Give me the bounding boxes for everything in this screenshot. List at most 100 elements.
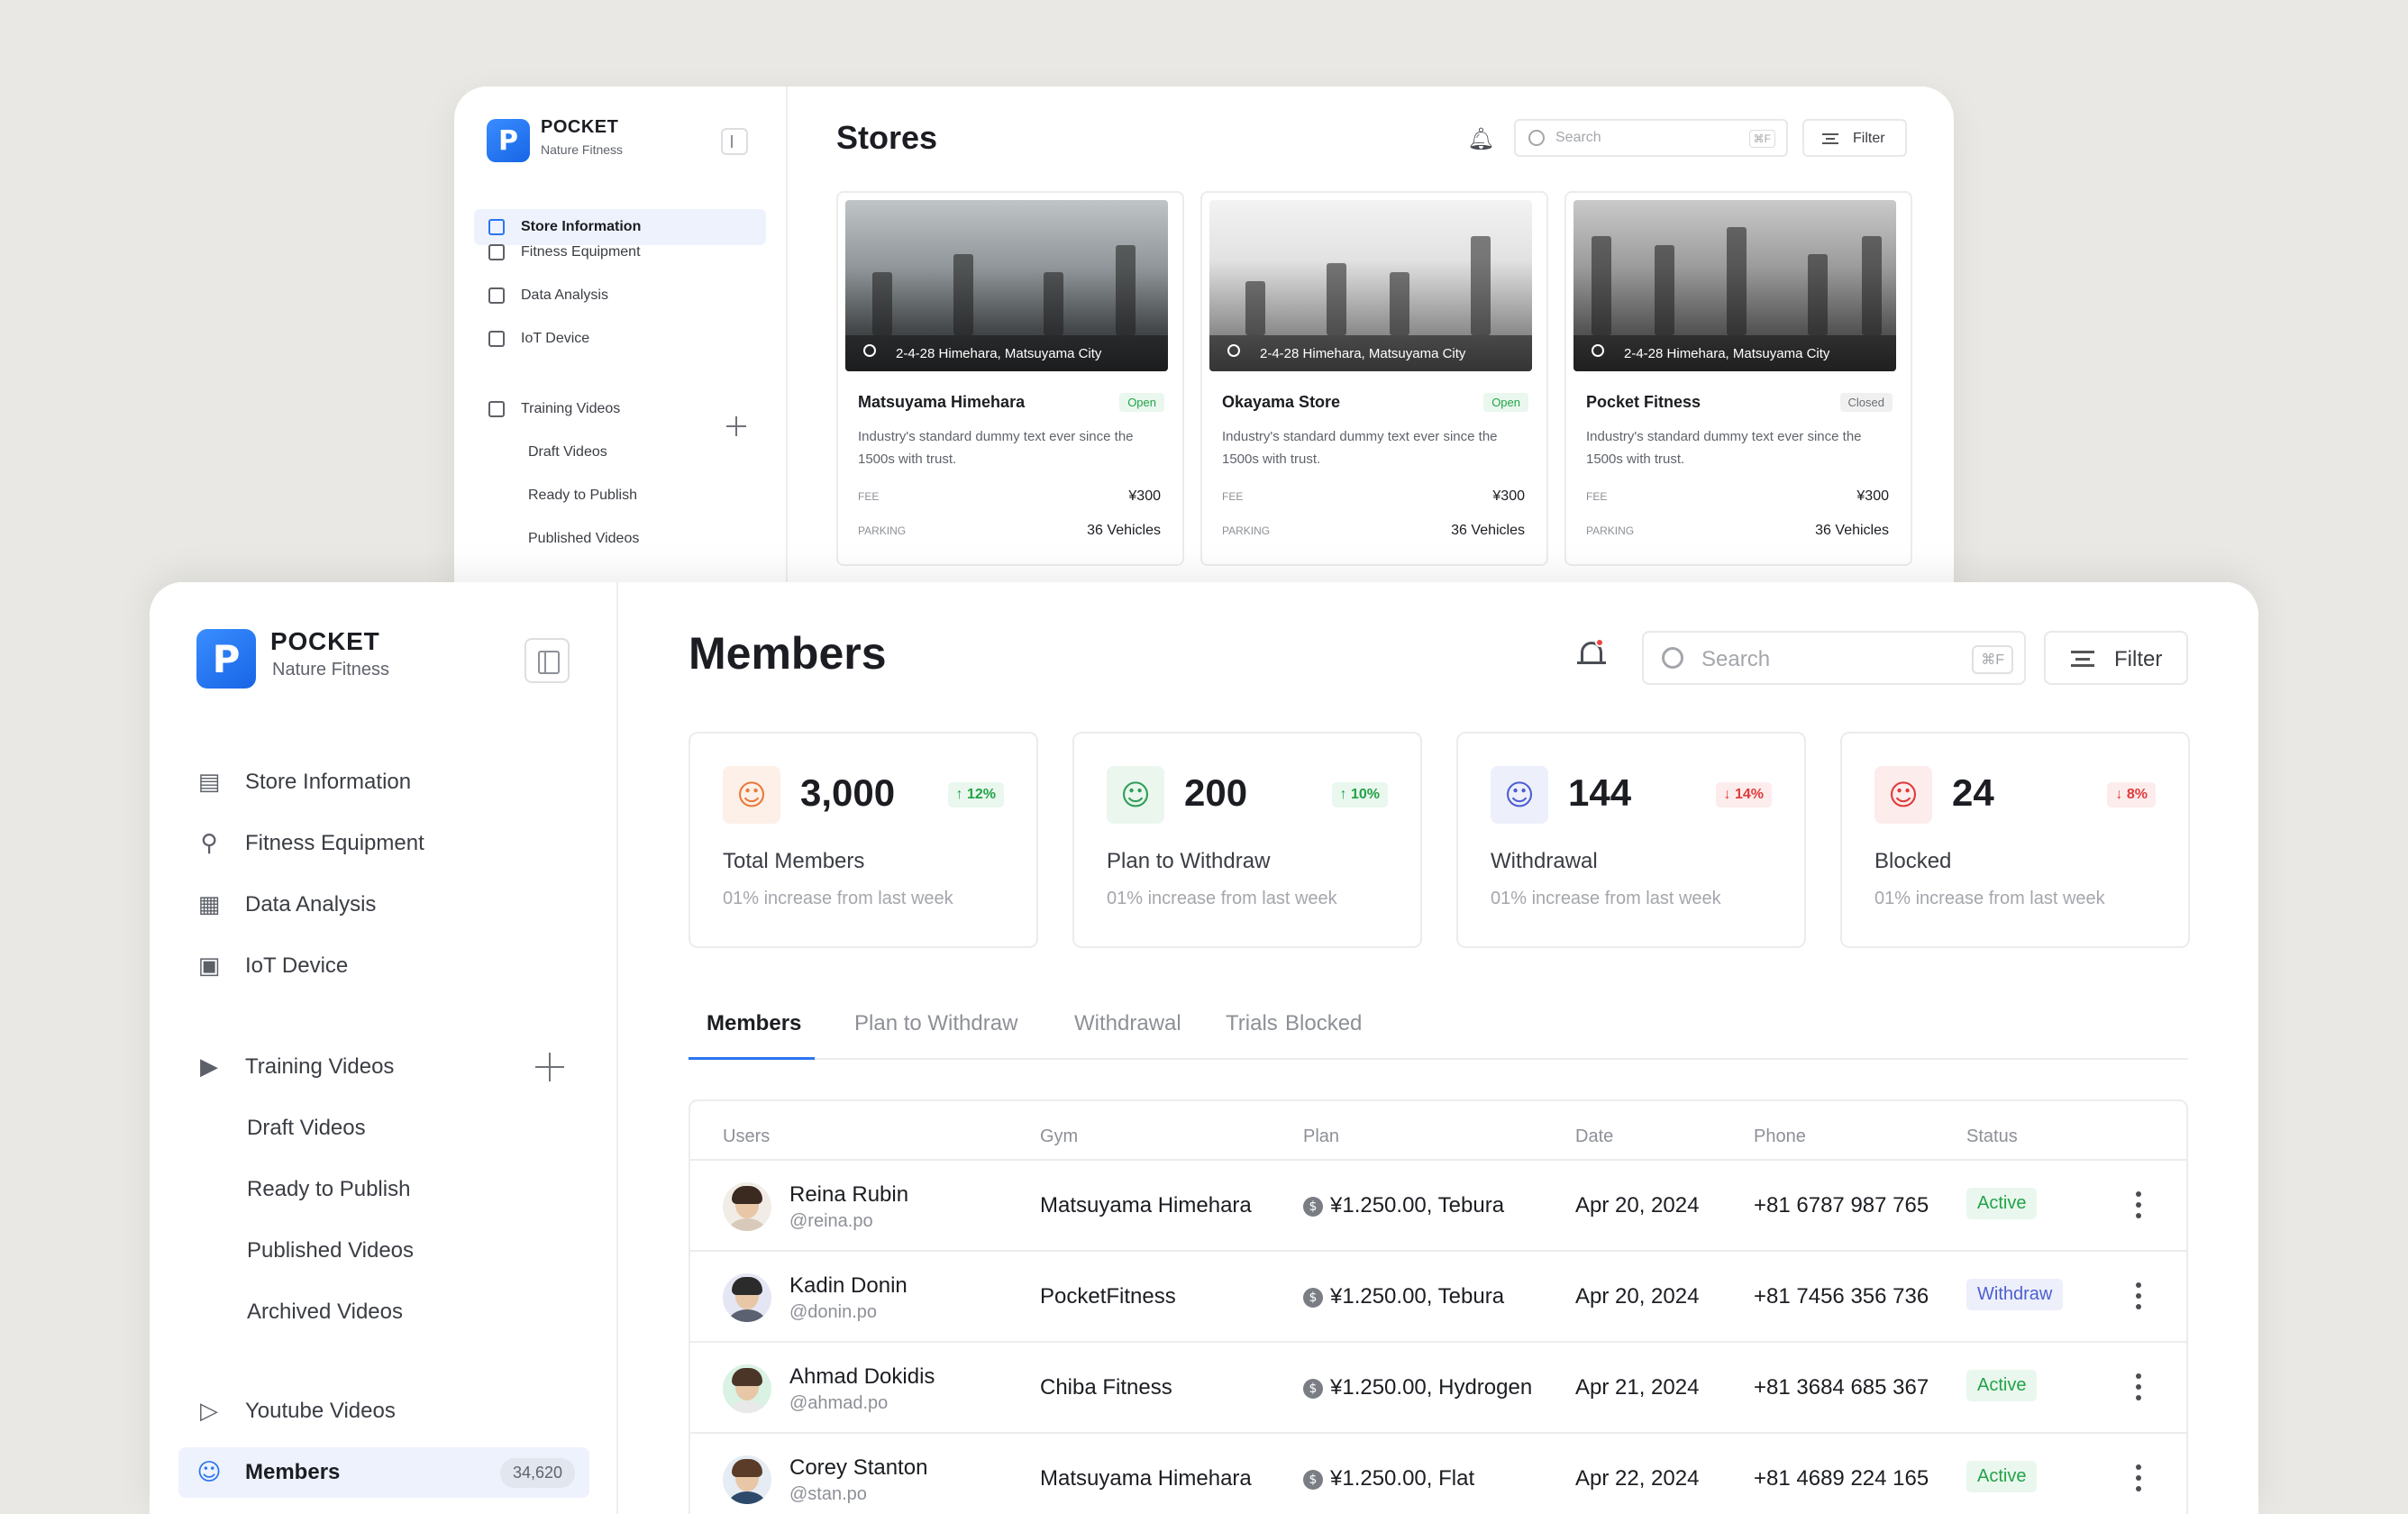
tab-plan-to-withdraw[interactable]: Plan to Withdraw xyxy=(854,1011,1017,1036)
equipment-icon xyxy=(488,244,505,260)
column-header-plan[interactable]: Plan xyxy=(1303,1126,1339,1147)
sidebar-item-youtube-videos[interactable]: ▷ Youtube Videos xyxy=(178,1386,589,1436)
column-header-date[interactable]: Date xyxy=(1575,1126,1613,1147)
tab-blocked[interactable]: Blocked xyxy=(1285,1011,1362,1036)
sidebar-item-training-videos[interactable]: Training Videos xyxy=(474,391,766,427)
notification-dot xyxy=(1595,638,1604,647)
store-card[interactable]: 2-4-28 Himehara, Matsuyama City Matsuyam… xyxy=(836,191,1184,566)
coin-icon: $ xyxy=(1303,1379,1323,1399)
coin-icon: $ xyxy=(1303,1288,1323,1308)
sidebar-item-draft-videos[interactable]: Draft Videos xyxy=(178,1103,589,1154)
sidebar-item-store-information[interactable]: ▤ Store Information xyxy=(178,757,589,807)
more-options-icon[interactable] xyxy=(2136,1373,2141,1400)
tab-withdrawal[interactable]: Withdrawal xyxy=(1074,1011,1181,1036)
shortcut-hint: ⌘F xyxy=(1748,130,1775,148)
status-badge: Active xyxy=(1966,1188,2038,1219)
avatar xyxy=(723,1364,771,1413)
search-icon xyxy=(1662,647,1683,669)
more-options-icon[interactable] xyxy=(2136,1464,2141,1491)
user-clock-icon: ☺ xyxy=(1107,766,1164,824)
table-row[interactable]: Ahmad Dokidis @ahmad.po Chiba Fitness $ ¥… xyxy=(690,1343,2186,1434)
sidebar-item-data-analysis[interactable]: Data Analysis xyxy=(474,278,766,314)
sidebar-item-iot-device[interactable]: ▣ IoT Device xyxy=(178,941,589,991)
pocket-logo: P xyxy=(196,629,256,689)
sidebar-item-ready-to-publish[interactable]: Ready to Publish xyxy=(178,1164,589,1215)
column-header-gym[interactable]: Gym xyxy=(1040,1126,1078,1147)
store-icon xyxy=(488,219,505,235)
shortcut-hint: ⌘F xyxy=(1972,645,2013,674)
user-x-icon: ☺ xyxy=(1874,766,1932,824)
store-photo: 2-4-28 Himehara, Matsuyama City xyxy=(1209,200,1532,371)
members-table: Users Gym Plan Date Phone Status Reina R… xyxy=(689,1099,2188,1514)
change-badge: ↓ 14% xyxy=(1715,782,1772,807)
change-badge: ↑ 10% xyxy=(1331,782,1388,807)
stat-card-plan-to-withdraw: ☺ 200 ↑ 10% Plan to Withdraw 01% increas… xyxy=(1072,732,1422,948)
change-badge: ↓ 8% xyxy=(2107,782,2156,807)
sidebar-item-members[interactable]: ☺ Members 34,620 xyxy=(178,1447,589,1498)
search-input[interactable]: Search ⌘F xyxy=(1514,119,1788,157)
filter-icon xyxy=(1822,133,1838,144)
members-tabs: Members Plan to Withdraw Withdrawal Tria… xyxy=(689,999,2188,1060)
bell-icon[interactable]: 🔔︎ xyxy=(1467,126,1494,152)
collapse-sidebar-icon[interactable] xyxy=(524,638,570,683)
store-photo: 2-4-28 Himehara, Matsuyama City xyxy=(845,200,1168,371)
table-row[interactable]: Corey Stanton @stan.po Matsuyama Himehar… xyxy=(690,1434,2186,1514)
sidebar-item-fitness-equipment[interactable]: Fitness Equipment xyxy=(474,234,766,270)
tab-members[interactable]: Members xyxy=(707,1011,801,1036)
filter-button[interactable]: Filter xyxy=(1802,119,1907,157)
column-header-phone[interactable]: Phone xyxy=(1754,1126,1806,1147)
video-icon: ▶ xyxy=(200,1053,218,1081)
column-header-status[interactable]: Status xyxy=(1966,1126,2018,1147)
sidebar-item-archived-videos[interactable]: Archived Videos xyxy=(178,1287,589,1337)
bell-icon[interactable] xyxy=(1575,638,1608,670)
brand-name: POCKET xyxy=(541,117,619,137)
coin-icon: $ xyxy=(1303,1197,1323,1217)
filter-icon xyxy=(2071,651,2094,667)
status-badge: Closed xyxy=(1839,393,1893,412)
coin-icon: $ xyxy=(1303,1470,1323,1490)
add-video-icon[interactable] xyxy=(535,1053,564,1081)
pocket-logo: P xyxy=(487,119,530,162)
column-header-users[interactable]: Users xyxy=(723,1126,770,1147)
tab-trials[interactable]: Trials xyxy=(1226,1011,1278,1036)
filter-button[interactable]: Filter xyxy=(2044,631,2188,685)
stat-card-withdrawal: ☺ 144 ↓ 14% Withdrawal 01% increase from… xyxy=(1456,732,1806,948)
sidebar-item-published-videos[interactable]: Published Videos xyxy=(178,1226,589,1276)
device-icon: ▣ xyxy=(197,953,221,980)
sidebar-item-ready-to-publish[interactable]: Ready to Publish xyxy=(474,478,766,514)
more-options-icon[interactable] xyxy=(2136,1282,2141,1309)
status-badge: Active xyxy=(1966,1370,2038,1401)
equipment-icon: ⚲ xyxy=(200,830,218,857)
collapse-sidebar-icon[interactable] xyxy=(721,128,748,155)
sidebar-item-draft-videos[interactable]: Draft Videos xyxy=(474,434,766,470)
active-tab-indicator xyxy=(689,1057,815,1060)
users-icon: ☺ xyxy=(723,766,780,824)
more-options-icon[interactable] xyxy=(2136,1191,2141,1218)
sidebar-item-iot-device[interactable]: IoT Device xyxy=(474,321,766,357)
members-count-badge: 34,620 xyxy=(499,1458,575,1488)
add-video-icon[interactable] xyxy=(726,416,746,436)
search-icon xyxy=(1528,130,1545,146)
chart-icon: ▦ xyxy=(197,891,221,918)
table-row[interactable]: Kadin Donin @donin.po PocketFitness $ ¥1.… xyxy=(690,1252,2186,1343)
stores-window: P POCKET Nature Fitness Store Informatio… xyxy=(454,87,1954,595)
brand-name: POCKET xyxy=(270,627,380,655)
sidebar-item-published-videos[interactable]: Published Videos xyxy=(474,521,766,557)
search-input[interactable]: Search ⌘F xyxy=(1642,631,2026,685)
page-title: Members xyxy=(689,628,887,679)
video-icon xyxy=(488,401,505,417)
store-card[interactable]: 2-4-28 Himehara, Matsuyama City Pocket F… xyxy=(1564,191,1912,566)
members-window: P POCKET Nature Fitness ▤ Store Informat… xyxy=(150,582,2258,1514)
sidebar-item-data-analysis[interactable]: ▦ Data Analysis xyxy=(178,880,589,930)
status-badge: Open xyxy=(1483,393,1528,412)
location-pin-icon xyxy=(1227,344,1240,357)
table-row[interactable]: Reina Rubin @reina.po Matsuyama Himehara… xyxy=(690,1161,2186,1252)
chart-icon xyxy=(488,287,505,304)
device-icon xyxy=(488,331,505,347)
avatar xyxy=(723,1182,771,1231)
sidebar-item-fitness-equipment[interactable]: ⚲ Fitness Equipment xyxy=(178,818,589,869)
sidebar-item-training-videos[interactable]: ▶ Training Videos xyxy=(178,1042,589,1092)
location-pin-icon xyxy=(863,344,876,357)
store-card[interactable]: 2-4-28 Himehara, Matsuyama City Okayama … xyxy=(1200,191,1548,566)
store-icon: ▤ xyxy=(197,769,221,796)
